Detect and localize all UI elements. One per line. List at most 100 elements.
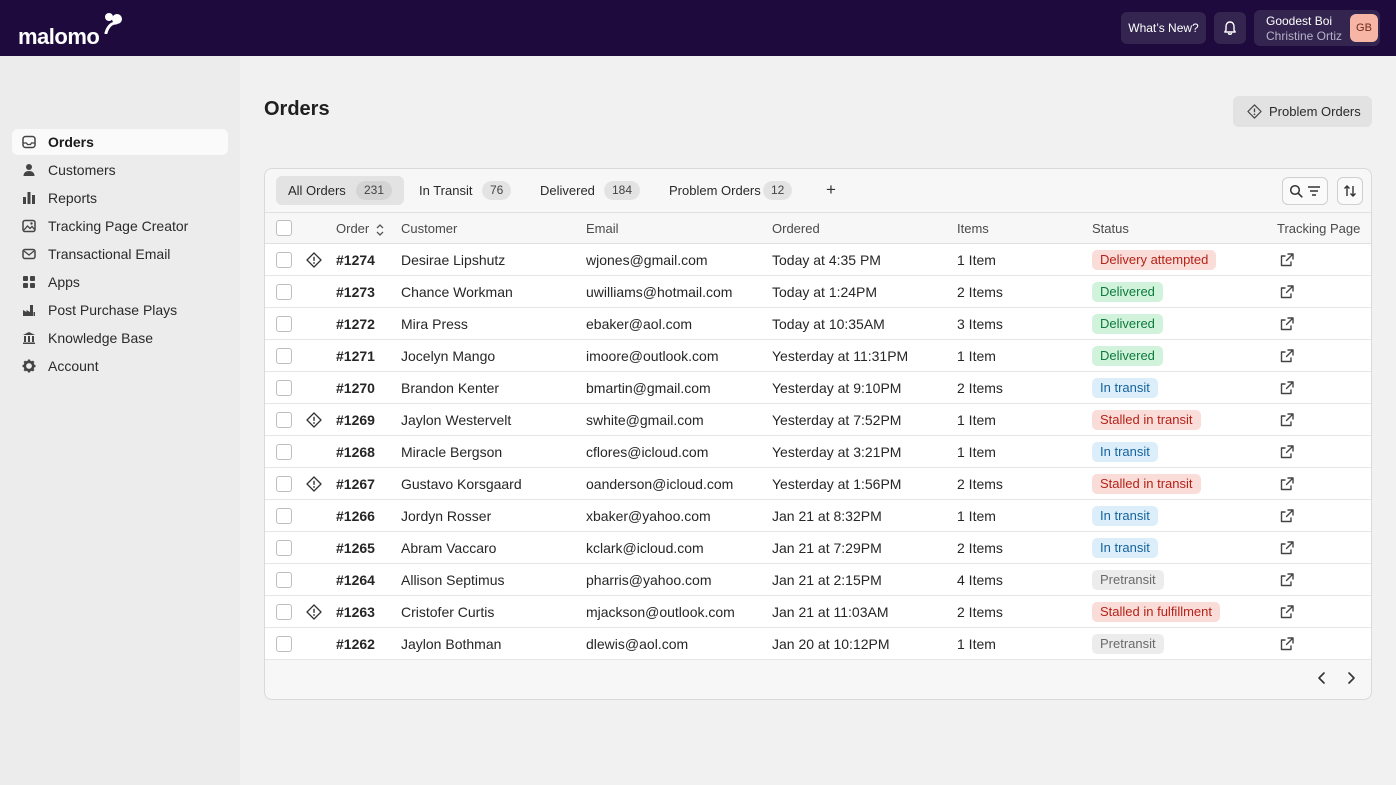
user-menu[interactable]: Goodest Boi Christine Ortiz GB [1254,10,1380,46]
row-checkbox[interactable] [276,316,292,332]
item-count: 2 Items [957,604,1003,620]
order-number[interactable]: #1274 [336,252,375,268]
order-number[interactable]: #1263 [336,604,375,620]
sidebar-item-post-purchase-plays[interactable]: Post Purchase Plays [12,297,228,323]
column-header-email[interactable]: Email [586,221,619,236]
order-number[interactable]: #1265 [336,540,375,556]
table-row[interactable]: #1263 Cristofer Curtis mjackson@outlook.co… [265,596,1371,628]
filter-icon [1308,186,1320,196]
ordered-date: Yesterday at 9:10PM [772,380,902,396]
row-checkbox[interactable] [276,508,292,524]
external-link-icon[interactable] [1279,284,1295,300]
table-row[interactable]: #1274 Desirae Lipshutz wjones@gmail.com Tod… [265,244,1371,276]
tab-in-transit[interactable]: In Transit 76 [407,176,515,205]
column-header-order[interactable]: Order [336,221,369,236]
order-number[interactable]: #1272 [336,316,375,332]
table-row[interactable]: #1264 Allison Septimus pharris@yahoo.com Ja… [265,564,1371,596]
external-link-icon[interactable] [1279,316,1295,332]
tab-problem-orders[interactable]: Problem Orders 12 [657,176,802,205]
order-number[interactable]: #1269 [336,412,375,428]
order-number[interactable]: #1268 [336,444,375,460]
whats-new-button[interactable]: What’s New? [1121,12,1206,44]
table-row[interactable]: #1273 Chance Workman uwilliams@hotmail.com… [265,276,1371,308]
tab-count: 76 [482,181,512,200]
external-link-icon[interactable] [1279,636,1295,652]
sidebar-item-transactional-email[interactable]: Transactional Email [12,241,228,267]
item-count: 1 Item [957,252,996,268]
tab-all-orders[interactable]: All Orders 231 [276,176,404,205]
order-number[interactable]: #1270 [336,380,375,396]
column-header-status[interactable]: Status [1092,221,1129,236]
previous-page-icon[interactable] [1311,667,1333,689]
table-row[interactable]: #1262 Jaylon Bothman dlewis@aol.com Jan 20 … [265,628,1371,660]
top-bar: malomo What’s New? Goodest Boi Christine… [0,0,1396,56]
problem-warning-icon [306,252,322,268]
diamond-warning-icon [1247,104,1262,119]
row-checkbox[interactable] [276,444,292,460]
sidebar-item-knowledge-base[interactable]: Knowledge Base [12,325,228,351]
table-row[interactable]: #1266 Jordyn Rosser xbaker@yahoo.com Jan 21… [265,500,1371,532]
external-link-icon[interactable] [1279,476,1295,492]
sidebar-item-reports[interactable]: Reports [12,185,228,211]
customer-name: Jocelyn Mango [401,348,496,364]
table-row[interactable]: #1269 Jaylon Westervelt swhite@gmail.com Ye… [265,404,1371,436]
search-filter-button[interactable] [1282,177,1328,205]
next-page-icon[interactable] [1340,667,1362,689]
logo-text: malomo [18,24,100,49]
row-checkbox[interactable] [276,604,292,620]
order-number[interactable]: #1264 [336,572,375,588]
sidebar-item-account[interactable]: Account [12,353,228,379]
row-checkbox[interactable] [276,412,292,428]
table-row[interactable]: #1270 Brandon Kenter bmartin@gmail.com Yest… [265,372,1371,404]
item-count: 2 Items [957,284,1003,300]
column-header-customer[interactable]: Customer [401,221,457,236]
row-checkbox[interactable] [276,540,292,556]
row-checkbox[interactable] [276,380,292,396]
external-link-icon[interactable] [1279,252,1295,268]
order-number[interactable]: #1271 [336,348,375,364]
sort-button[interactable] [1337,177,1363,205]
table-row[interactable]: #1265 Abram Vaccaro kclark@icloud.com Jan 2… [265,532,1371,564]
bell-icon [1224,21,1236,35]
table-row[interactable]: #1271 Jocelyn Mango imoore@outlook.com Yest… [265,340,1371,372]
row-checkbox[interactable] [276,252,292,268]
external-link-icon[interactable] [1279,444,1295,460]
order-number[interactable]: #1267 [336,476,375,492]
sidebar-item-apps[interactable]: Apps [12,269,228,295]
order-number[interactable]: #1273 [336,284,375,300]
external-link-icon[interactable] [1279,540,1295,556]
row-checkbox[interactable] [276,348,292,364]
external-link-icon[interactable] [1279,348,1295,364]
table-row[interactable]: #1268 Miracle Bergson cflores@icloud.com Ye… [265,436,1371,468]
row-checkbox[interactable] [276,284,292,300]
external-link-icon[interactable] [1279,508,1295,524]
table-row[interactable]: #1267 Gustavo Korsgaard oanderson@icloud.c… [265,468,1371,500]
status-badge: Stalled in fulfillment [1092,602,1220,622]
external-link-icon[interactable] [1279,380,1295,396]
sidebar-item-customers[interactable]: Customers [12,157,228,183]
row-checkbox[interactable] [276,476,292,492]
problem-orders-button[interactable]: Problem Orders [1233,96,1372,127]
sidebar-item-tracking-page-creator[interactable]: Tracking Page Creator [12,213,228,239]
external-link-icon[interactable] [1279,412,1295,428]
person-icon [23,164,35,176]
customer-email: cflores@icloud.com [586,444,709,460]
order-number[interactable]: #1262 [336,636,375,652]
inbox-icon [22,135,36,149]
item-count: 1 Item [957,444,996,460]
external-link-icon[interactable] [1279,572,1295,588]
external-link-icon[interactable] [1279,604,1295,620]
sort-chevrons-icon[interactable] [375,223,385,237]
column-header-tracking-page[interactable]: Tracking Page [1277,221,1360,236]
column-header-items[interactable]: Items [957,221,989,236]
notifications-button[interactable] [1214,12,1246,44]
add-tab-button[interactable]: + [821,179,841,201]
row-checkbox[interactable] [276,636,292,652]
column-header-ordered[interactable]: Ordered [772,221,820,236]
order-number[interactable]: #1266 [336,508,375,524]
tab-delivered[interactable]: Delivered 184 [528,176,643,205]
row-checkbox[interactable] [276,572,292,588]
sidebar-item-orders[interactable]: Orders [12,129,228,155]
select-all-checkbox[interactable] [276,220,292,236]
table-row[interactable]: #1272 Mira Press ebaker@aol.com Today at 10… [265,308,1371,340]
